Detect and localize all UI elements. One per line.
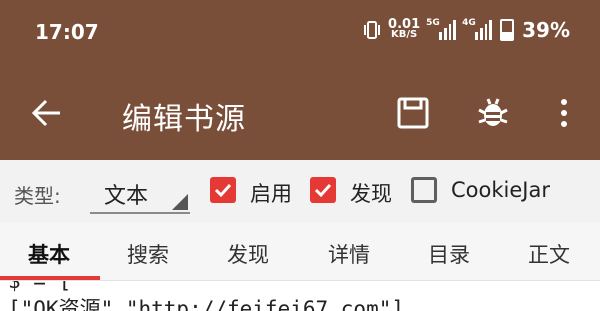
- tab-discover[interactable]: 发现: [227, 239, 269, 269]
- cookiejar-checkbox[interactable]: [411, 177, 437, 203]
- net-speed-unit: KB/S: [390, 29, 418, 40]
- save-icon[interactable]: [396, 96, 430, 130]
- sim1-label: 5G: [426, 18, 440, 28]
- check-icon: [314, 183, 332, 198]
- discover-checkbox[interactable]: [310, 177, 336, 203]
- vibrate-icon: [364, 21, 381, 39]
- status-bar: 17:07 0.01 KB/S 5G 4G 39%: [0, 0, 600, 66]
- signal-5g-icon: 5G: [426, 18, 457, 40]
- tab-basic[interactable]: 基本: [28, 239, 70, 269]
- tab-toc[interactable]: 目录: [428, 239, 470, 269]
- sim2-label: 4G: [462, 18, 476, 28]
- app-bar: 编辑书源: [0, 66, 600, 160]
- battery-percent: 39%: [522, 18, 570, 42]
- back-arrow-icon[interactable]: [30, 96, 64, 130]
- page-title: 编辑书源: [122, 102, 246, 137]
- tab-bar: 基本 搜索 发现 详情 目录 正文: [0, 222, 600, 281]
- status-time: 17:07: [35, 20, 99, 44]
- source-config-row: 类型: 文本 启用 发现 CookieJar: [0, 160, 600, 222]
- source-editor[interactable]: $ = [ ["OK资源","http://feifei67.com"]: [0, 281, 600, 311]
- type-select-value: 文本: [104, 184, 149, 209]
- tab-indicator: [0, 276, 100, 280]
- status-icons: 0.01 KB/S 5G 4G 39%: [364, 18, 570, 42]
- tab-search[interactable]: 搜索: [127, 239, 169, 269]
- bug-icon[interactable]: [476, 96, 510, 130]
- editor-line: ["OK资源","http://feifei67.com"]: [8, 297, 405, 311]
- tab-detail[interactable]: 详情: [328, 239, 370, 269]
- more-vert-icon[interactable]: [550, 96, 584, 130]
- editor-line: $ = [: [8, 281, 72, 293]
- dropdown-arrow-icon: [172, 194, 188, 210]
- net-speed: 0.01 KB/S: [388, 18, 420, 40]
- enabled-label[interactable]: 启用: [250, 178, 292, 208]
- cookiejar-label[interactable]: CookieJar: [451, 178, 550, 202]
- tab-content[interactable]: 正文: [528, 239, 570, 269]
- check-icon: [214, 183, 232, 198]
- battery-icon: [500, 19, 515, 41]
- signal-4g-icon: 4G: [462, 18, 493, 40]
- discover-label[interactable]: 发现: [350, 178, 392, 208]
- enabled-checkbox[interactable]: [210, 177, 236, 203]
- type-label: 类型:: [14, 184, 61, 208]
- type-select[interactable]: 文本: [90, 170, 190, 214]
